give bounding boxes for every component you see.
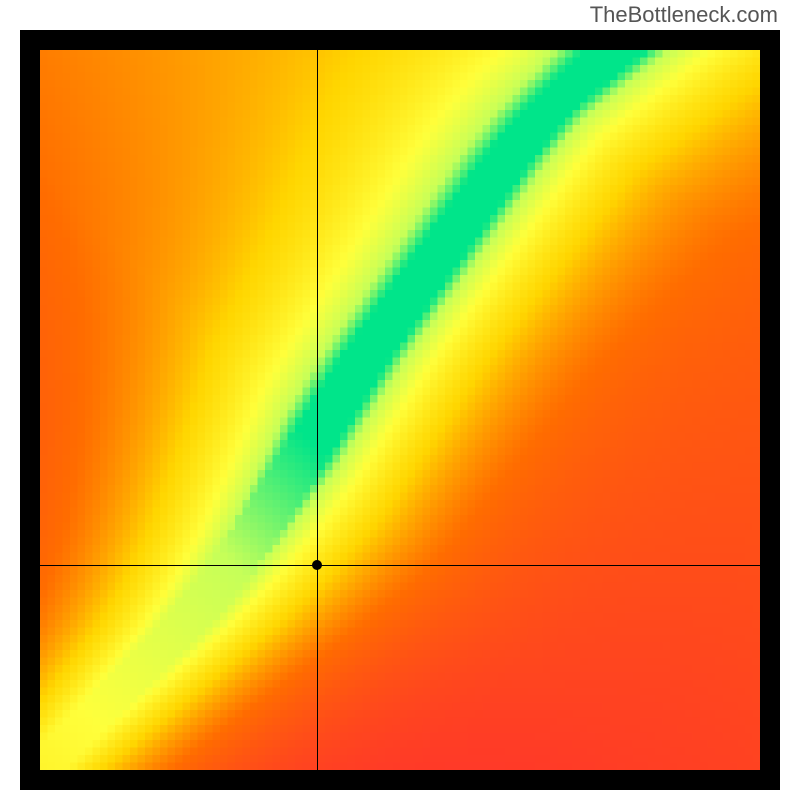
- heatmap-canvas: [40, 50, 760, 770]
- heatmap-plot: [40, 50, 760, 770]
- chart-frame: [20, 30, 780, 790]
- watermark-text: TheBottleneck.com: [590, 2, 778, 28]
- crosshair-vertical: [317, 50, 318, 770]
- chart-container: TheBottleneck.com: [0, 0, 800, 800]
- crosshair-horizontal: [40, 565, 760, 566]
- crosshair-marker: [312, 560, 322, 570]
